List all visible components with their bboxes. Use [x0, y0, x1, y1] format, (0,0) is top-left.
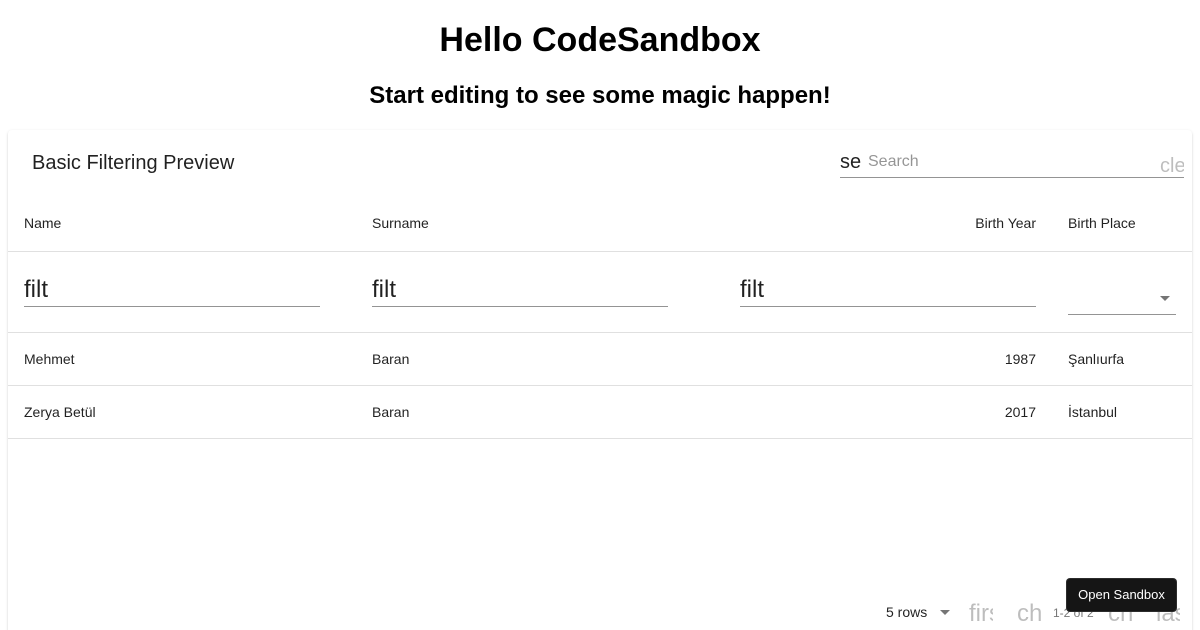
search-input[interactable] [868, 150, 1148, 174]
clear-icon[interactable]: cle [1160, 154, 1184, 178]
table-header-row: Name Surname Birth Year Birth Place [8, 194, 1192, 252]
search-field: se cle [840, 146, 1184, 178]
cell-surname: Baran [372, 404, 410, 420]
name-filter-field: filt [24, 276, 320, 307]
filter-list-icon: filt [24, 276, 48, 303]
column-header-birth-year[interactable]: Birth Year [975, 213, 1036, 233]
filter-list-icon: filt [372, 276, 396, 303]
table-row: Zerya Betül Baran 2017 İstanbul [8, 386, 1192, 439]
cell-birth-year: 1987 [1004, 351, 1036, 367]
cell-name: Mehmet [24, 351, 75, 367]
column-header-birth-place[interactable]: Birth Place [1068, 213, 1136, 233]
pagination: 5 rows first ch 1-2 of 2 ch last [8, 590, 1192, 630]
surname-filter-input[interactable] [402, 278, 662, 302]
surname-filter-field: filt [372, 276, 668, 307]
filter-list-icon: filt [740, 276, 764, 303]
chevron-left-icon[interactable]: ch [1017, 600, 1041, 628]
table-card: Basic Filtering Preview se cle Name Surn… [8, 130, 1192, 630]
birth-place-filter-select[interactable] [1068, 284, 1176, 315]
name-filter-input[interactable] [54, 278, 314, 302]
cell-name: Zerya Betül [24, 404, 96, 420]
first-page-icon[interactable]: first [969, 600, 993, 628]
table-row: Mehmet Baran 1987 Şanlıurfa [8, 333, 1192, 386]
rows-per-page-select[interactable]: 5 rows [886, 604, 927, 620]
cell-surname: Baran [372, 351, 410, 367]
birth-year-filter-input[interactable] [770, 278, 1030, 302]
birth-year-filter-field: filt [740, 276, 1036, 307]
open-sandbox-button[interactable]: Open Sandbox [1066, 578, 1177, 612]
column-header-name[interactable]: Name [24, 213, 61, 233]
cell-birth-place: Şanlıurfa [1068, 351, 1125, 367]
dropdown-arrow-icon [1160, 296, 1170, 301]
cell-birth-year: 2017 [1004, 404, 1036, 420]
column-header-surname[interactable]: Surname [372, 213, 429, 233]
cell-birth-place: İstanbul [1068, 404, 1118, 420]
filter-row: filt filt filt [8, 252, 1192, 333]
page-heading: Hello CodeSandbox [439, 21, 761, 59]
table-title: Basic Filtering Preview [32, 152, 235, 174]
search-icon: se [840, 151, 862, 173]
page-subheading: Start editing to see some magic happen! [369, 82, 831, 109]
dropdown-arrow-icon [940, 610, 950, 615]
